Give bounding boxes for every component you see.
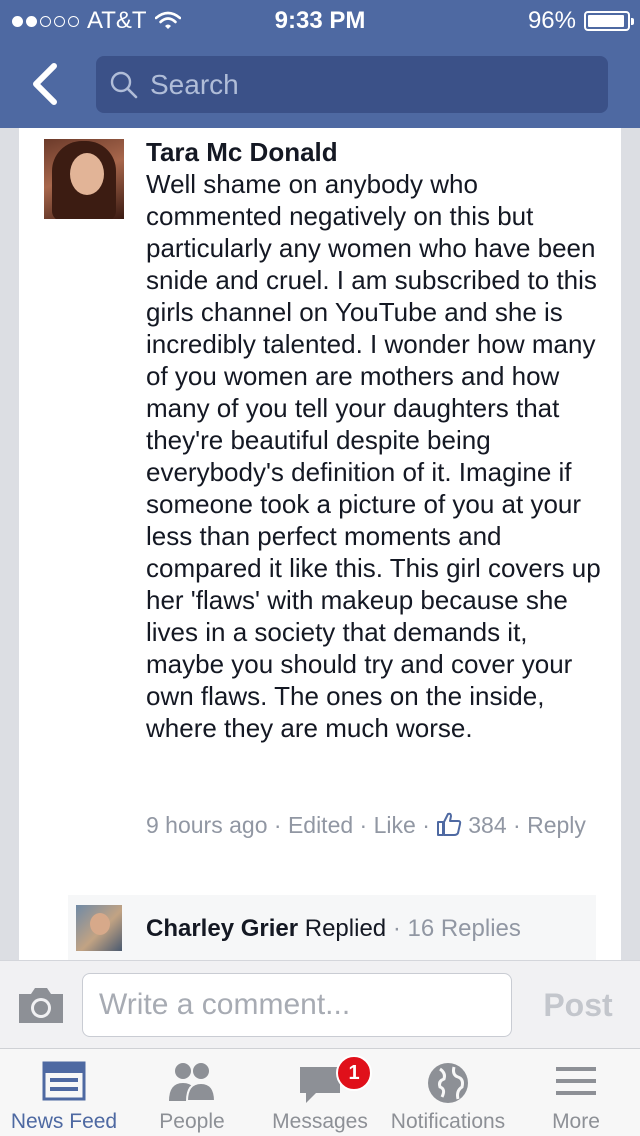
battery-icon <box>584 11 634 31</box>
thumbs-up-icon <box>437 812 462 836</box>
tab-label: People <box>159 1110 225 1133</box>
reply-author: Charley Grier <box>146 915 299 942</box>
search-icon <box>110 71 138 98</box>
globe-icon <box>428 1063 468 1103</box>
post-button[interactable]: Post <box>528 973 628 1037</box>
tab-more[interactable]: More <box>512 1049 640 1136</box>
messages-badge: 1 <box>336 1055 372 1091</box>
reply-action: Replied <box>304 915 387 942</box>
avatar[interactable] <box>44 139 124 219</box>
avatar <box>76 905 122 951</box>
search-bar[interactable] <box>96 56 608 113</box>
messages-icon <box>300 1067 340 1103</box>
edited-label[interactable]: Edited <box>288 812 353 838</box>
comment-composer: Post <box>0 960 640 1048</box>
top-bar: AT&T 9:33 PM 96% <box>0 0 640 128</box>
tab-news-feed[interactable]: News Feed <box>0 1049 128 1136</box>
comment-text: Well shame on anybody who commented nega… <box>146 169 601 743</box>
search-input[interactable] <box>150 68 590 101</box>
menu-icon <box>556 1067 596 1095</box>
status-bar: AT&T 9:33 PM 96% <box>0 0 640 40</box>
comment-input[interactable] <box>82 973 512 1037</box>
tab-label: Notifications <box>390 1110 506 1133</box>
camera-icon[interactable] <box>16 985 66 1025</box>
comment-author[interactable]: Tara Mc Donald <box>146 136 606 168</box>
battery-status: 96% <box>527 7 634 35</box>
tab-notifications[interactable]: Notifications <box>384 1049 512 1136</box>
like-count[interactable]: 384 <box>468 812 506 838</box>
news-feed-icon <box>42 1061 86 1101</box>
tab-label: Messages <box>272 1110 368 1133</box>
battery-percent: 96% <box>527 7 576 34</box>
reply-preview[interactable]: Charley Grier Replied · 16 Replies <box>68 895 596 960</box>
comment-meta: 9 hours ago · Edited · Like · 384 · Repl… <box>146 812 586 838</box>
like-button[interactable]: Like <box>374 812 416 838</box>
reply-button[interactable]: Reply <box>527 812 586 838</box>
reply-count: 16 Replies <box>407 915 521 942</box>
tab-label: More <box>552 1110 600 1133</box>
back-chevron-icon[interactable] <box>26 60 66 108</box>
tab-people[interactable]: People <box>128 1049 256 1136</box>
comment-timestamp: 9 hours ago <box>146 812 268 838</box>
tab-bar: News Feed People Messages Notifications … <box>0 1048 640 1136</box>
people-icon <box>169 1063 217 1102</box>
comment: Tara Mc Donald Well shame on anybody who… <box>146 136 606 744</box>
tab-label: News Feed <box>10 1110 118 1133</box>
